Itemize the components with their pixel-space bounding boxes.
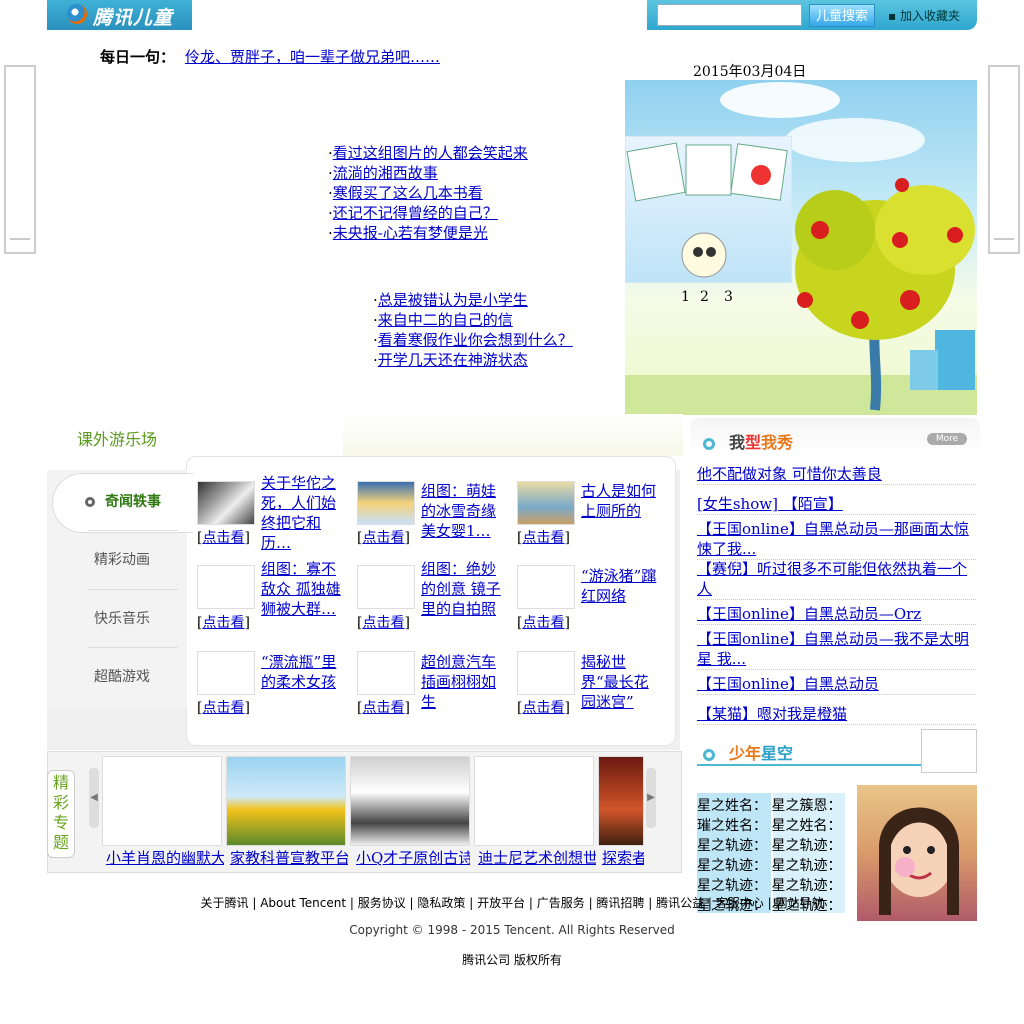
radio-dot-icon xyxy=(85,497,95,507)
view-link[interactable]: [点击看] xyxy=(357,697,410,717)
show-item-link[interactable]: 【某猫】嗯对我是橙猫 xyxy=(697,704,976,725)
playground-header-bg xyxy=(343,414,683,456)
view-link[interactable]: [点击看] xyxy=(357,527,410,547)
special-link[interactable]: 小羊肖恩的幽默大侵… xyxy=(106,847,224,868)
item-title-link[interactable]: 组图：萌娃的冰雪奇缘美女婴1… xyxy=(421,481,501,541)
star-info-row[interactable]: 星之轨迹： 星之轨迹： xyxy=(697,835,841,855)
star-info-row[interactable]: 星之轨迹： 星之轨迹： xyxy=(697,875,841,895)
item-thumbnail[interactable] xyxy=(357,565,415,609)
daily-quote-label: 每日一句： xyxy=(100,48,176,66)
view-link[interactable]: [点击看] xyxy=(517,527,570,547)
star-info-row[interactable]: 星之轨迹： 星之轨迹： xyxy=(697,855,841,875)
slide-banner[interactable] xyxy=(625,136,792,283)
stars-underline xyxy=(697,764,921,766)
item-title-link[interactable]: 关于华佗之死，人们始终把它和历… xyxy=(261,473,341,553)
show-item-link[interactable]: 【王国online】自黑总动员—我不是太明星 我... xyxy=(697,629,976,670)
star-info-row[interactable]: 星之姓名： 星之簇恩： xyxy=(697,795,841,815)
footer-links[interactable]: 关于腾讯 | About Tencent | 服务协议 | 隐私政策 | 开放平… xyxy=(0,894,1024,911)
news-link[interactable]: 未央报-心若有梦便是光 xyxy=(333,224,488,242)
item-title-link[interactable]: 揭秘世界“最长花园迷宫” xyxy=(581,652,661,712)
special-thumbnail[interactable] xyxy=(350,756,470,846)
item-thumbnail[interactable] xyxy=(517,565,575,609)
left-float-frame xyxy=(4,65,36,254)
news-link[interactable]: 来自中二的自己的信 xyxy=(378,311,513,329)
view-link[interactable]: [点击看] xyxy=(517,612,570,632)
section-dot-icon xyxy=(703,437,715,450)
news-link[interactable]: 看过这组图片的人都会笑起来 xyxy=(333,144,528,162)
item-thumbnail[interactable] xyxy=(197,565,255,609)
tab-music[interactable]: 快乐音乐 xyxy=(52,590,192,648)
special-thumbnail[interactable] xyxy=(226,756,346,846)
special-link[interactable]: 探索者… xyxy=(602,847,644,868)
item-thumbnail[interactable] xyxy=(357,481,415,525)
section-dot-icon xyxy=(703,748,715,761)
show-item-link[interactable]: 【王国online】自黑总动员—那画面太惊悚了我... xyxy=(697,519,976,560)
view-link[interactable]: [点击看] xyxy=(197,527,250,547)
logo-text: 腾讯儿童 xyxy=(93,7,174,29)
view-link[interactable]: [点击看] xyxy=(197,697,250,717)
show-item-link[interactable]: 【王国online】自黑总动员 xyxy=(697,674,976,695)
special-link[interactable]: 迪士尼艺术创想世界… xyxy=(478,847,596,868)
special-thumbnail[interactable] xyxy=(598,756,644,846)
special-link[interactable]: 小Q才子原创古诗… xyxy=(356,847,470,868)
daily-quote-link[interactable]: 伶龙、贾胖子，咱一辈子做兄弟吧…… xyxy=(185,46,440,67)
view-link[interactable]: [点击看] xyxy=(517,697,570,717)
special-thumbnail[interactable] xyxy=(474,756,594,846)
item-thumbnail[interactable] xyxy=(517,481,575,525)
news-link[interactable]: 还记不记得曾经的自己？ xyxy=(333,204,498,222)
item-title-link[interactable]: 组图：绝妙的创意 镜子里的自拍照 xyxy=(421,559,501,619)
item-title-link[interactable]: 组图：寡不敌众 孤独雄狮被大群… xyxy=(261,559,341,619)
tencent-logo-icon xyxy=(67,4,87,24)
item-title-link[interactable]: “漂流瓶”里的柔术女孩 xyxy=(261,652,341,692)
news-list-2: ·总是被错认为是小学生 ·来自中二的自己的信 ·看着寒假作业你会想到什么？ ·开… xyxy=(373,291,573,369)
show-item-link[interactable]: 【赛倪】听过很多不可能但依然执着一个人 xyxy=(697,559,976,600)
item-thumbnail[interactable] xyxy=(357,651,415,695)
stars-title: 少年星空 xyxy=(703,740,793,764)
news-link[interactable]: 开学几天还在神游状态 xyxy=(378,351,528,369)
item-thumbnail[interactable] xyxy=(517,651,575,695)
item-title-link[interactable]: “游泳猪”蹿红网络 xyxy=(581,566,661,606)
item-title-link[interactable]: 古人是如何上厕所的 xyxy=(581,481,661,521)
slide-page-2[interactable]: 2 xyxy=(700,289,709,305)
item-title-link[interactable]: 超创意汽车插画栩栩如生 xyxy=(421,652,501,712)
news-link[interactable]: 寒假买了这么几本书看 xyxy=(333,184,483,202)
stars-badge xyxy=(921,729,977,773)
tab-animation[interactable]: 精彩动画 xyxy=(52,531,192,589)
cartoon-slide-image xyxy=(626,142,788,278)
news-link[interactable]: 流淌的湘西故事 xyxy=(333,164,438,182)
tab-games[interactable]: 超酷游戏 xyxy=(52,648,192,706)
view-link[interactable]: [点击看] xyxy=(357,612,410,632)
item-thumbnail[interactable] xyxy=(197,481,255,525)
right-float-frame xyxy=(988,65,1020,254)
special-link[interactable]: 家教科普宣教平台… xyxy=(230,847,348,868)
view-link[interactable]: [点击看] xyxy=(197,612,250,632)
search-input[interactable] xyxy=(657,4,802,26)
rights-text: 腾讯公司 版权所有 xyxy=(462,953,562,967)
specials-label: 精彩专题 xyxy=(47,770,75,858)
slide-page-1[interactable]: 1 xyxy=(681,289,690,305)
show-item-link[interactable]: 他不配做对象 可惜你太善良 xyxy=(697,464,976,485)
show-item-link[interactable]: [女生show] 【陌宣】 xyxy=(697,494,976,515)
star-info-row[interactable]: 璀之姓名： 星之姓名： xyxy=(697,815,841,835)
news-link[interactable]: 看着寒假作业你会想到什么？ xyxy=(378,331,573,349)
playground-title: 课外游乐场 xyxy=(77,430,158,449)
item-thumbnail[interactable] xyxy=(197,651,255,695)
current-date: 2015年03月04日 xyxy=(693,64,807,80)
copyright-text: Copyright © 1998 - 2015 Tencent. All Rig… xyxy=(349,923,675,937)
slide-page-3[interactable]: 3 xyxy=(724,289,733,305)
news-link[interactable]: 总是被错认为是小学生 xyxy=(378,291,528,309)
scroll-right-arrow-icon[interactable]: ▶ xyxy=(646,768,656,828)
search-button[interactable]: 儿童搜索 xyxy=(809,4,875,27)
add-favorite-link[interactable]: ▪ 加入收藏夹 xyxy=(888,7,960,24)
site-logo[interactable]: 腾讯儿童 xyxy=(47,0,192,30)
tab-anecdotes[interactable]: 奇闻轶事 xyxy=(52,473,193,533)
show-title: 我型我秀 xyxy=(703,429,793,453)
special-thumbnail[interactable] xyxy=(102,756,222,846)
more-button[interactable]: More xyxy=(927,433,967,445)
news-list-1: ·看过这组图片的人都会笑起来 ·流淌的湘西故事 ·寒假买了这么几本书看 ·还记不… xyxy=(328,144,528,242)
scroll-left-arrow-icon[interactable]: ◀ xyxy=(89,768,99,828)
show-item-link[interactable]: 【王国online】自黑总动员—Orz xyxy=(697,604,976,625)
